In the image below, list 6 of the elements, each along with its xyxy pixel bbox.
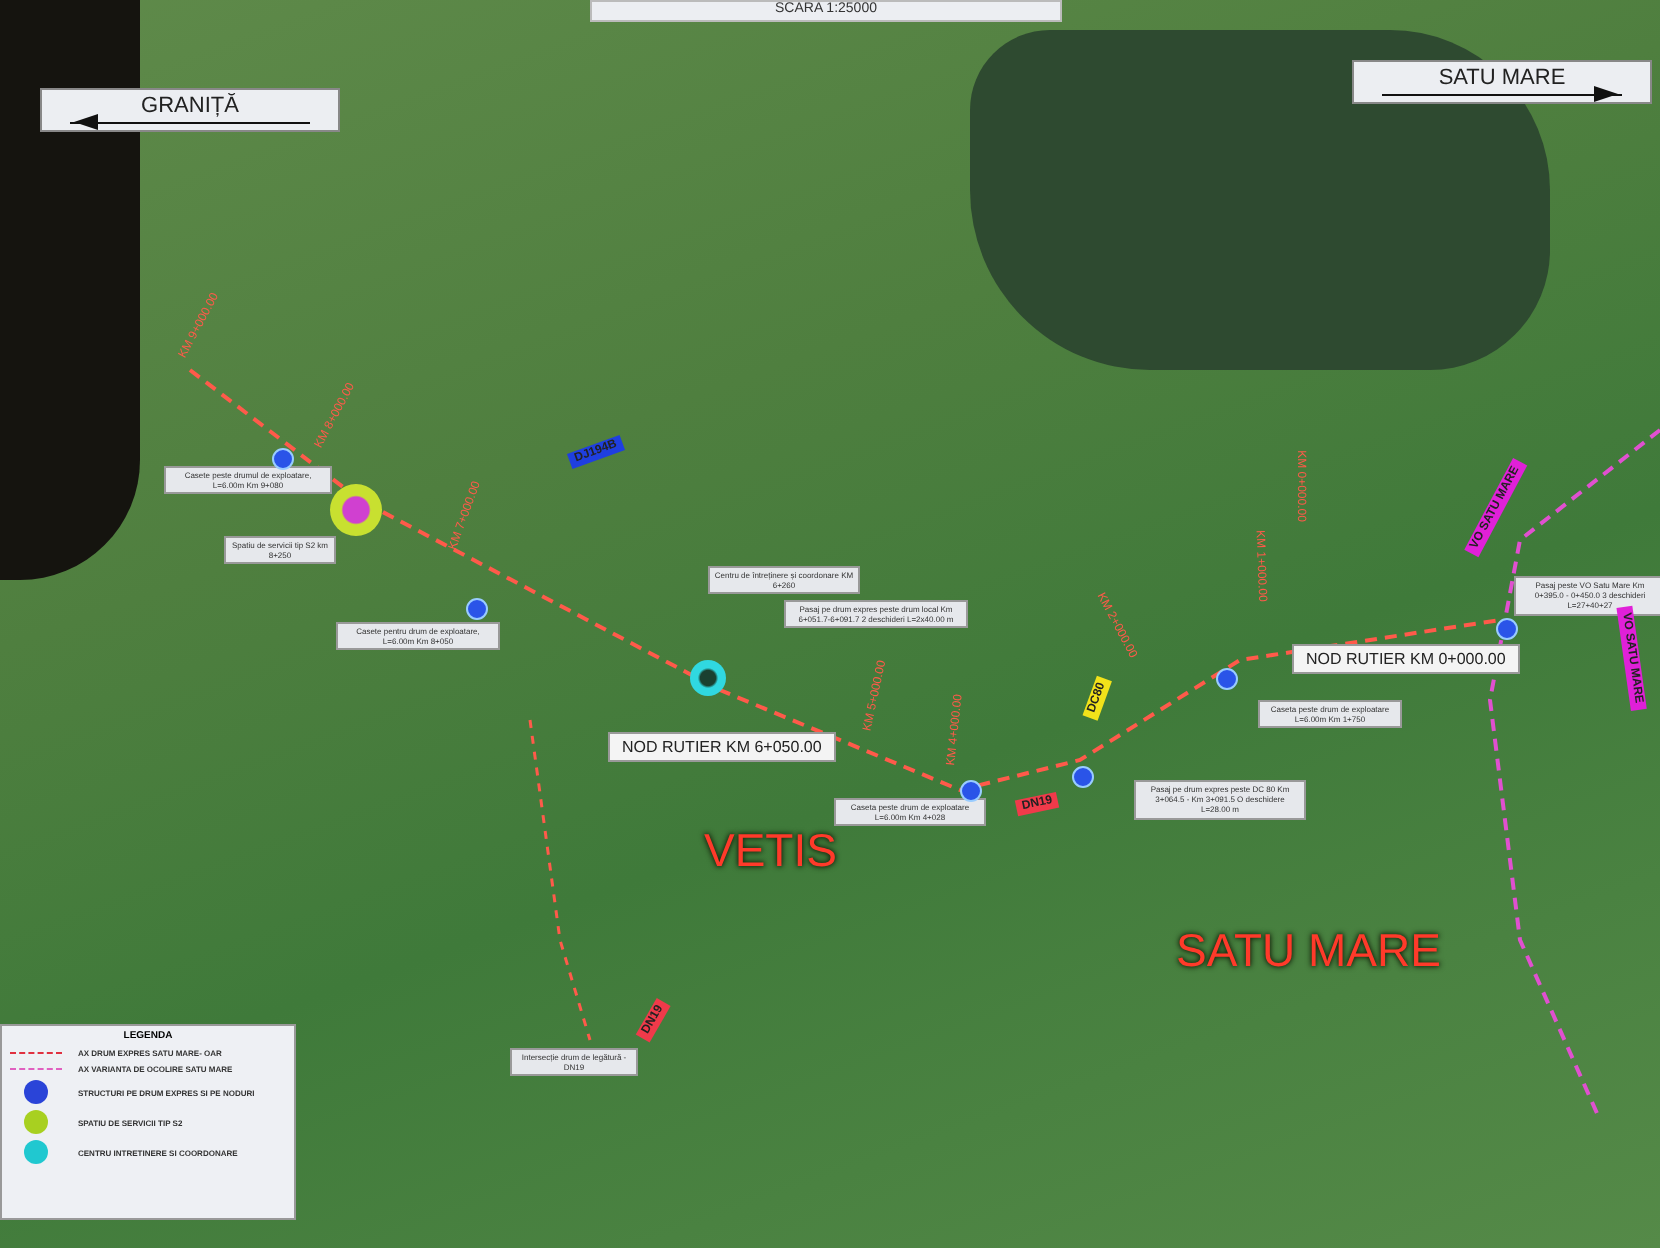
node-label: NOD RUTIER KM 0+000.00 bbox=[1292, 644, 1520, 674]
place-name: SATU MARE bbox=[1176, 924, 1441, 978]
direction-sign: GRANIȚĂ bbox=[40, 88, 340, 132]
direction-sign: SATU MARE bbox=[1352, 60, 1652, 104]
place-name: VETIS bbox=[704, 824, 837, 878]
node-label: NOD RUTIER KM 6+050.00 bbox=[608, 732, 836, 762]
